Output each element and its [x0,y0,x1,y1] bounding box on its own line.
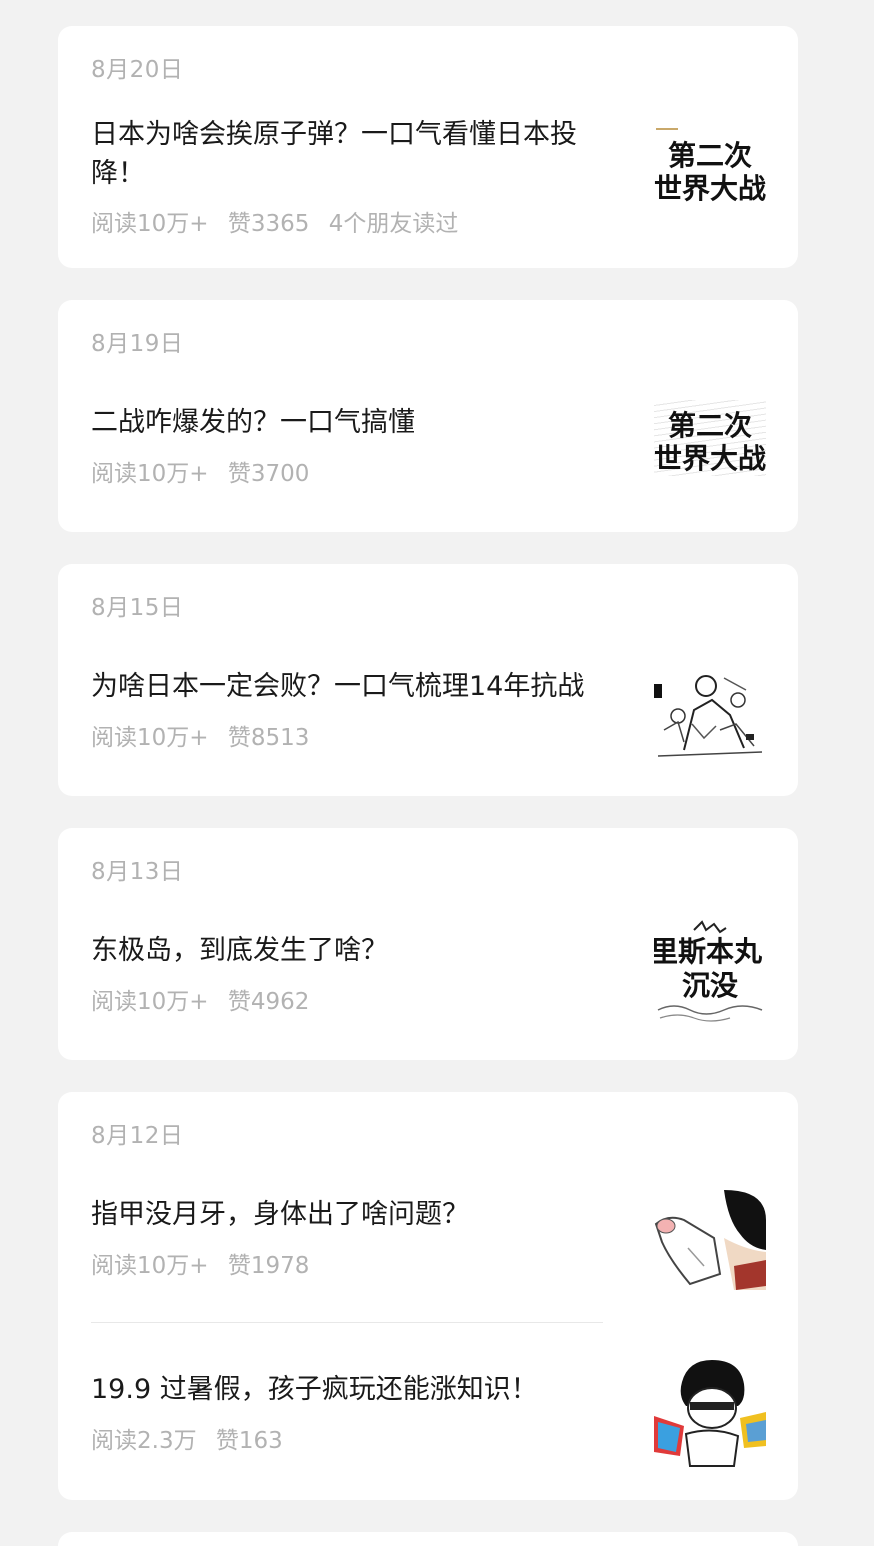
article-group-card: 8月12日 指甲没月牙，身体出了啥问题？ 阅读10万+ 赞1978 19.9 过… [58,1092,798,1500]
article-meta: 阅读10万+ 赞1978 [91,1246,321,1280]
thumbnail-caption: 沉没 [681,969,738,1002]
like-count: 赞3700 [227,461,310,487]
article-item[interactable]: 二战咋爆发的？一口气搞懂 阅读10万+ 赞3700 第二次 世界大战 [58,300,798,532]
article-title[interactable]: 为啥日本一定会败？一口气梳理14年抗战 [91,667,631,706]
article-item[interactable]: 指甲没月牙，身体出了啥问题？ 阅读10万+ 赞1978 [58,1092,798,1322]
friends-read: 4个朋友读过 [328,211,459,237]
article-group-card [58,1532,798,1546]
shipwreck-title-thumbnail-icon[interactable]: 里斯本丸 沉没 [654,918,766,1030]
kid-cartoon-thumbnail-icon[interactable] [654,1356,766,1468]
ww2-title-thumbnail-icon[interactable]: 第二次 世界大战 [654,388,766,500]
like-count: 赞163 [215,1428,283,1454]
read-count: 阅读2.3万 [91,1428,197,1454]
thumbnail-caption: 第二次 [667,409,752,442]
ww2-title-thumbnail-icon[interactable]: 第二次 世界大战 [654,118,766,230]
like-count: 赞8513 [227,725,310,751]
like-count: 赞4962 [227,989,310,1015]
article-item[interactable]: 日本为啥会挨原子弹？一口气看懂日本投降！ 阅读10万+ 赞3365 4个朋友读过… [58,26,798,268]
article-group-card: 8月19日 二战咋爆发的？一口气搞懂 阅读10万+ 赞3700 第二次 世界大战 [58,300,798,532]
article-group-card: 8月13日 东极岛，到底发生了啥？ 阅读10万+ 赞4962 里斯本丸 沉没 [58,828,798,1060]
read-count: 阅读10万+ [91,989,209,1015]
fingernail-cartoon-thumbnail-icon[interactable] [654,1190,766,1302]
thumbnail-caption: 里斯本丸 [654,935,763,968]
article-group-card: 8月20日 日本为啥会挨原子弹？一口气看懂日本投降！ 阅读10万+ 赞3365 … [58,26,798,268]
article-meta: 阅读10万+ 赞3700 [91,454,321,488]
like-count: 赞3365 [227,211,310,237]
article-item[interactable]: 为啥日本一定会败？一口气梳理14年抗战 阅读10万+ 赞8513 [58,564,798,796]
article-meta: 阅读10万+ 赞4962 [91,982,321,1016]
read-count: 阅读10万+ [91,211,209,237]
article-group-card: 8月15日 为啥日本一定会败？一口气梳理14年抗战 阅读10万+ 赞8513 [58,564,798,796]
article-title[interactable]: 指甲没月牙，身体出了啥问题？ [91,1195,611,1234]
thumbnail-caption: 世界大战 [654,442,766,475]
article-item[interactable]: 东极岛，到底发生了啥？ 阅读10万+ 赞4962 里斯本丸 沉没 [58,828,798,1060]
article-title[interactable]: 日本为啥会挨原子弹？一口气看懂日本投降！ [91,115,611,193]
read-count: 阅读10万+ [91,1253,209,1279]
like-count: 赞1978 [227,1253,310,1279]
read-count: 阅读10万+ [91,461,209,487]
article-title[interactable]: 二战咋爆发的？一口气搞懂 [91,403,611,442]
battle-sketch-thumbnail-icon[interactable] [654,660,766,772]
article-title[interactable]: 东极岛，到底发生了啥？ [91,931,611,970]
article-title[interactable]: 19.9 过暑假，孩子疯玩还能涨知识！ [91,1370,611,1409]
thumbnail-caption: 第二次 [667,139,752,172]
article-meta: 阅读10万+ 赞8513 [91,718,321,752]
read-count: 阅读10万+ [91,725,209,751]
article-meta: 阅读10万+ 赞3365 4个朋友读过 [91,204,470,238]
article-item[interactable]: 19.9 过暑假，孩子疯玩还能涨知识！ 阅读2.3万 赞163 [58,1323,798,1500]
thumbnail-caption: 世界大战 [654,172,766,205]
article-feed: 8月20日 日本为啥会挨原子弹？一口气看懂日本投降！ 阅读10万+ 赞3365 … [0,0,874,1546]
article-meta: 阅读2.3万 赞163 [91,1421,295,1455]
